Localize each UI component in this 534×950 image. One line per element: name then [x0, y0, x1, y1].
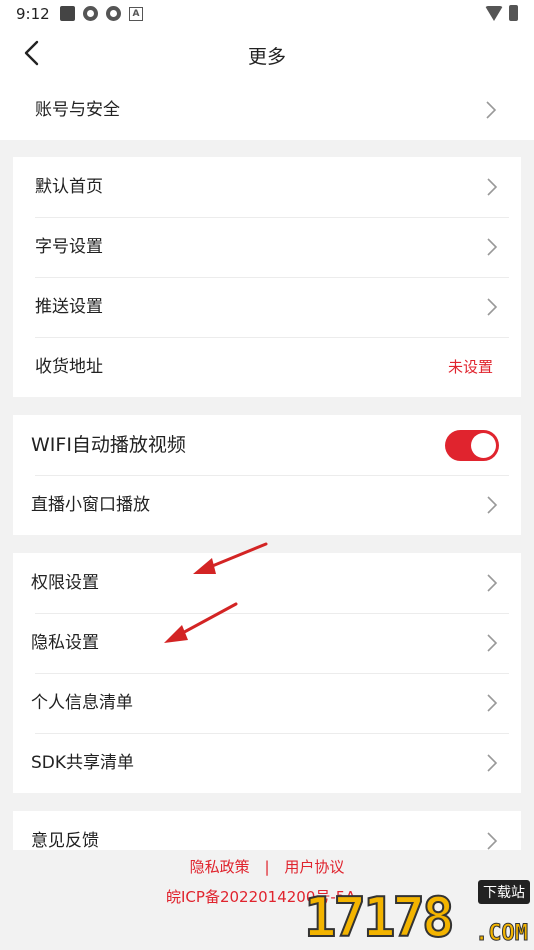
row-label: 默认首页	[35, 177, 103, 197]
row-label: 个人信息清单	[31, 693, 133, 713]
sync-icon-2	[106, 6, 121, 21]
watermark-domain: .COM	[475, 921, 529, 947]
chevron-right-icon	[487, 694, 498, 712]
site-watermark: 17178 下载站 .COM	[303, 878, 534, 950]
system-icons	[485, 5, 518, 21]
row-font-size[interactable]: 字号设置	[13, 217, 521, 277]
row-permissions[interactable]: 权限设置	[13, 553, 521, 613]
row-label: 账号与安全	[35, 100, 120, 120]
wifi-icon	[485, 5, 503, 21]
group-general: 默认首页 字号设置 推送设置 收货地址 未设置	[13, 157, 521, 397]
row-label: 字号设置	[35, 237, 103, 257]
nav-bar: 更多	[0, 28, 534, 80]
row-wifi-autoplay[interactable]: WIFI自动播放视频	[13, 415, 521, 475]
user-agreement-link[interactable]: 用户协议	[284, 858, 344, 876]
footer-links: 隐私政策 | 用户协议	[0, 856, 534, 877]
row-privacy-settings[interactable]: 隐私设置	[13, 613, 521, 673]
a-notification-icon: A	[129, 6, 143, 21]
chevron-right-icon	[487, 496, 498, 514]
row-live-mini-window[interactable]: 直播小窗口播放	[13, 475, 521, 535]
row-label: 收货地址	[35, 357, 103, 377]
settings-list[interactable]: 账号与安全 默认首页 字号设置 推送设置 收货地址 未设置 WIFI自动播放视频…	[0, 80, 534, 850]
watermark-number: 17178	[303, 885, 456, 950]
chevron-right-icon	[486, 101, 497, 119]
group-privacy: 权限设置 隐私设置 个人信息清单 SDK共享清单	[13, 553, 521, 793]
row-label: WIFI自动播放视频	[31, 434, 186, 456]
row-shipping-address[interactable]: 收货地址 未设置	[13, 337, 521, 397]
row-default-home[interactable]: 默认首页	[13, 157, 521, 217]
group-account: 账号与安全	[0, 80, 534, 140]
chevron-right-icon	[487, 238, 498, 256]
chevron-right-icon	[487, 298, 498, 316]
row-label: 隐私设置	[31, 633, 99, 653]
row-feedback[interactable]: 意见反馈	[13, 811, 521, 850]
row-push-settings[interactable]: 推送设置	[13, 277, 521, 337]
chevron-right-icon	[487, 574, 498, 592]
chevron-right-icon	[487, 178, 498, 196]
row-label: 意见反馈	[31, 831, 99, 850]
row-account-security[interactable]: 账号与安全	[0, 80, 534, 140]
row-label: SDK共享清单	[31, 753, 135, 773]
status-bar: 9:12 A	[0, 0, 534, 28]
wifi-autoplay-toggle[interactable]	[445, 430, 499, 461]
toggle-knob	[471, 433, 496, 458]
sync-icon	[83, 6, 98, 21]
row-personal-info-list[interactable]: 个人信息清单	[13, 673, 521, 733]
chevron-right-icon	[487, 832, 498, 850]
address-status: 未设置	[447, 358, 493, 376]
chevron-right-icon	[487, 634, 498, 652]
group-feedback: 意见反馈	[13, 811, 521, 850]
footer-separator: |	[264, 858, 270, 876]
privacy-policy-link[interactable]: 隐私政策	[190, 858, 250, 876]
chevron-right-icon	[487, 754, 498, 772]
app-notification-icon	[60, 6, 75, 21]
row-label: 权限设置	[31, 573, 99, 593]
group-playback: WIFI自动播放视频 直播小窗口播放	[13, 415, 521, 535]
row-label: 推送设置	[35, 297, 103, 317]
status-time: 9:12	[16, 5, 50, 23]
battery-icon	[509, 5, 518, 21]
row-sdk-share-list[interactable]: SDK共享清单	[13, 733, 521, 793]
notification-icons: A	[60, 6, 143, 21]
page-title: 更多	[247, 46, 286, 68]
row-label: 直播小窗口播放	[31, 495, 150, 515]
watermark-tag: 下载站	[478, 880, 530, 904]
